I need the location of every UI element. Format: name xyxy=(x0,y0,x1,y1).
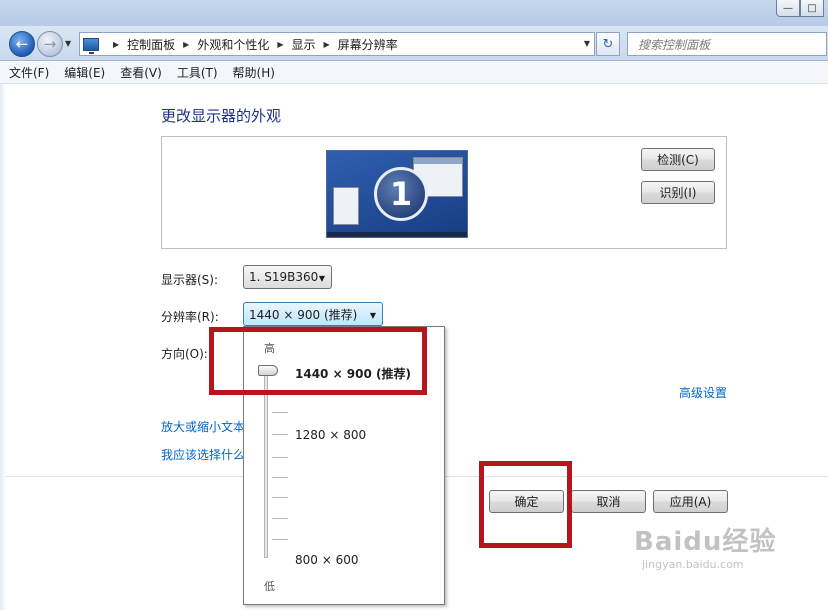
monitor-1-preview[interactable]: 1 xyxy=(326,150,468,238)
minimize-button[interactable]: — xyxy=(776,0,800,17)
search-input[interactable]: 搜索控制面板 xyxy=(627,32,827,56)
slider-low-label: 低 xyxy=(264,580,275,593)
address-bar[interactable]: ▶ 控制面板 ▶ 外观和个性化 ▶ 显示 ▶ 屏幕分辨率 ▼ xyxy=(79,32,595,56)
resolution-select-value: 1440 × 900 (推荐) xyxy=(249,307,358,322)
menu-view[interactable]: 查看(V) xyxy=(120,64,162,81)
back-button[interactable]: ← xyxy=(9,31,35,57)
resolution-slider-track[interactable] xyxy=(264,370,268,558)
chevron-down-icon: ▼ xyxy=(318,274,325,283)
menu-file[interactable]: 文件(F) xyxy=(9,64,49,81)
watermark: Baidu经验 jingyan.baidu.com xyxy=(634,521,776,571)
back-arrow-icon: ← xyxy=(15,35,29,53)
breadcrumb-item[interactable]: 外观和个性化 xyxy=(197,36,269,53)
window-controls: — □ xyxy=(776,0,824,17)
left-edge xyxy=(0,84,6,610)
identify-button[interactable]: 识别(I) xyxy=(641,181,715,204)
breadcrumb-separator-icon[interactable]: ▶ xyxy=(113,40,119,49)
breadcrumb-item[interactable]: 显示 xyxy=(292,36,316,53)
resolution-label: 分辨率(R): xyxy=(161,310,219,324)
zoom-text-link[interactable]: 放大或缩小文本 xyxy=(161,418,245,435)
address-dropdown-icon[interactable]: ▼ xyxy=(584,39,590,48)
menu-tools[interactable]: 工具(T) xyxy=(177,64,218,81)
slider-tick xyxy=(272,434,288,435)
resolution-select[interactable]: 1440 × 900 (推荐) ▼ xyxy=(243,302,383,326)
cancel-button[interactable]: 取消 xyxy=(571,490,646,513)
slider-tick xyxy=(272,518,288,519)
preview-taskbar xyxy=(327,232,467,237)
slider-tick xyxy=(272,497,288,498)
apply-button[interactable]: 应用(A) xyxy=(653,490,728,513)
watermark-logo: Baidu经验 xyxy=(634,527,777,557)
slider-tick xyxy=(272,539,288,540)
menu-edit[interactable]: 编辑(E) xyxy=(64,64,105,81)
advanced-settings-link[interactable]: 高级设置 xyxy=(679,384,727,401)
refresh-icon: ↻ xyxy=(602,36,614,52)
slider-tick xyxy=(272,412,288,413)
page-title: 更改显示器的外观 xyxy=(161,107,282,125)
slider-tick xyxy=(272,477,288,478)
monitor-number-badge: 1 xyxy=(374,167,428,221)
menu-bar: 文件(F) 编辑(E) 查看(V) 工具(T) 帮助(H) xyxy=(0,62,828,84)
preview-window-icon xyxy=(333,187,359,225)
forward-button[interactable]: → xyxy=(37,31,63,57)
which-settings-link[interactable]: 我应该选择什么 xyxy=(161,446,245,463)
detect-button[interactable]: 检测(C) xyxy=(641,148,715,171)
maximize-button[interactable]: □ xyxy=(800,0,824,17)
slider-tick xyxy=(272,457,288,458)
refresh-button[interactable]: ↻ xyxy=(596,32,620,56)
menu-help[interactable]: 帮助(H) xyxy=(233,64,275,81)
breadcrumb-separator-icon[interactable]: ▶ xyxy=(277,40,283,49)
recent-pages-dropdown-icon[interactable]: ▼ xyxy=(65,39,71,48)
breadcrumb-item[interactable]: 控制面板 xyxy=(127,36,175,53)
control-panel-icon xyxy=(83,37,99,54)
orientation-label: 方向(O): xyxy=(161,347,208,361)
chevron-down-icon: ▼ xyxy=(369,311,376,320)
forward-arrow-icon: → xyxy=(43,35,57,53)
highlight-box-resolution xyxy=(209,327,427,395)
watermark-url: jingyan.baidu.com xyxy=(642,558,744,571)
display-select[interactable]: 1. S19B360 ▼ xyxy=(243,265,332,289)
breadcrumb-separator-icon[interactable]: ▶ xyxy=(183,40,189,49)
display-select-value: 1. S19B360 xyxy=(249,270,319,284)
resolution-option-800x600[interactable]: 800 × 600 xyxy=(295,553,359,567)
breadcrumb-item[interactable]: 屏幕分辨率 xyxy=(338,36,398,53)
display-label: 显示器(S): xyxy=(161,273,219,287)
highlight-box-ok xyxy=(479,461,572,548)
address-bar-row: ← → ▼ ▶ 控制面板 ▶ 外观和个性化 ▶ 显示 ▶ 屏幕分辨率 ▼ ↻ 搜… xyxy=(0,26,828,61)
resolution-option-1280x800[interactable]: 1280 × 800 xyxy=(295,428,366,442)
title-bar: — □ xyxy=(0,0,828,26)
breadcrumb: ▶ 控制面板 ▶ 外观和个性化 ▶ 显示 ▶ 屏幕分辨率 xyxy=(105,36,398,53)
breadcrumb-separator-icon[interactable]: ▶ xyxy=(324,40,330,49)
